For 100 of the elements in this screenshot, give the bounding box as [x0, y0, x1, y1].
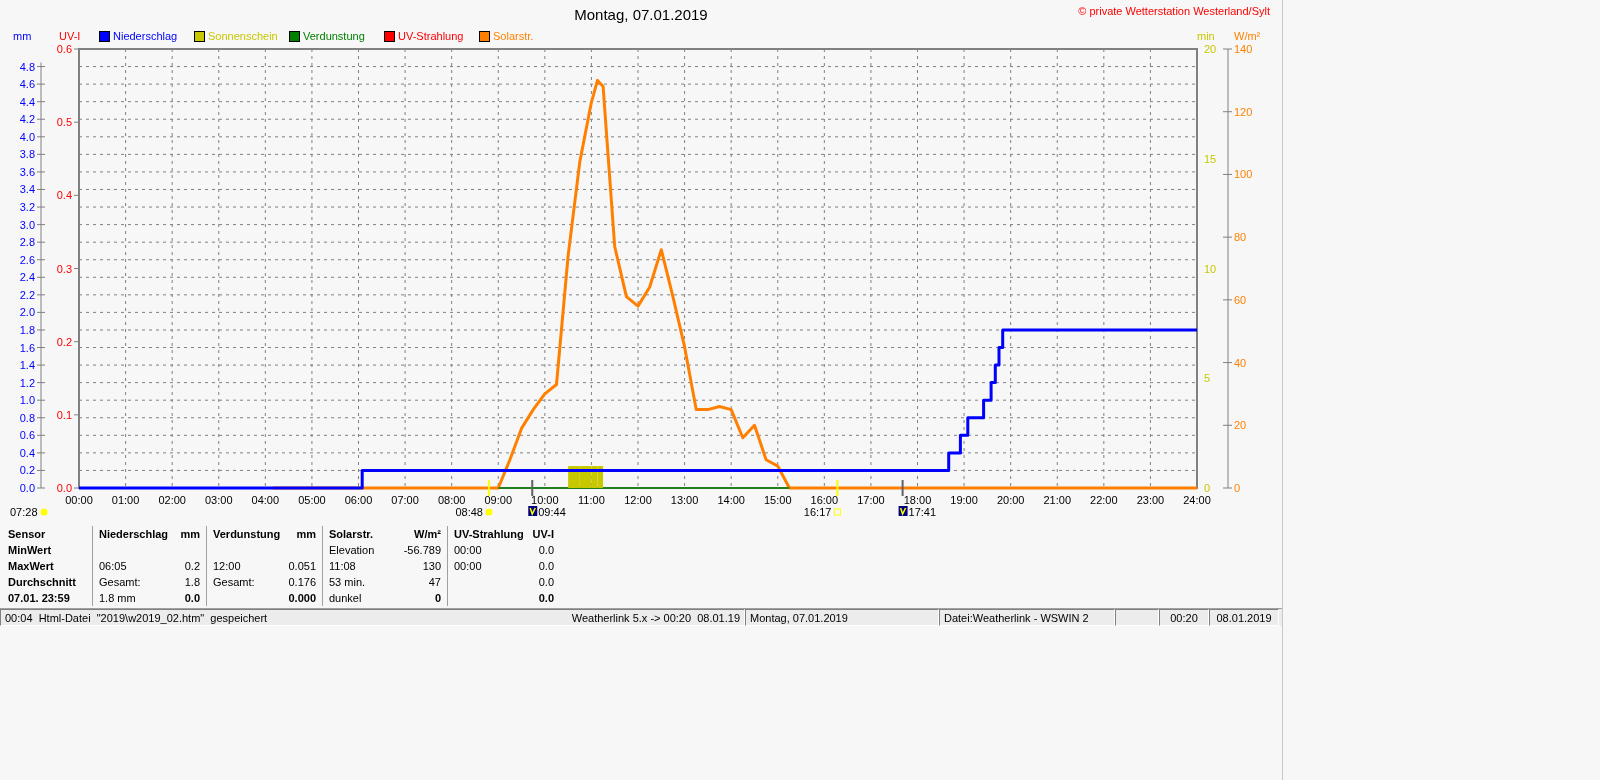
table-header: Solarstr.: [329, 528, 375, 540]
table-header: Verdunstung: [213, 528, 282, 540]
axis-tick-label: 3.2: [19, 201, 35, 214]
row-label: MinWert: [8, 544, 53, 556]
status-panel: Datei:Weatherlink - WSWIN 2: [939, 609, 1115, 626]
event-marker: [487, 479, 490, 497]
table-cell-text: Elevation: [329, 544, 376, 556]
axis-tick-label: 100: [1234, 168, 1253, 181]
axis-tick-label: 20: [1234, 419, 1247, 432]
legend-label: Sonnenschein: [208, 30, 278, 42]
axis-tick-label: 0.0: [19, 482, 35, 494]
table-cell: -56.789: [403, 544, 441, 556]
copyright-note: © private Wetterstation Westerland/Sylt: [1078, 4, 1271, 17]
axis-tick-label: 2.2: [19, 288, 35, 301]
row-label: Durchschnitt: [8, 576, 77, 588]
axis-tick-label: 02:00: [158, 494, 186, 506]
table-cell-text: Gesamt:: [99, 576, 142, 588]
axis-tick-label: 15:00: [764, 494, 792, 506]
status-sync: Weatherlink 5.x -> 00:20 08.01.19: [571, 611, 740, 624]
axis-tick-label: 15: [1204, 152, 1217, 165]
event-marker: [901, 479, 904, 497]
table-cell-text: 0: [433, 592, 441, 604]
table-cell-text: 0.0: [537, 592, 554, 604]
axis-tick-label: 0.6: [56, 44, 72, 55]
axis-unit: min: [1197, 30, 1216, 42]
row-label: 07.01. 23:59: [8, 592, 71, 604]
axis-tick-label: 1.4: [19, 359, 35, 372]
axis-tick-label: 1.2: [19, 376, 35, 389]
axis-tick-label: 10: [1204, 262, 1217, 275]
table-cell: 0.051: [288, 560, 316, 572]
axis-tick-label: 0.4: [19, 446, 35, 459]
table-cell-text: Gesamt:: [213, 576, 256, 588]
table-cell-text: 47: [427, 576, 441, 588]
table-cell-text: 00:00: [454, 544, 483, 556]
table-cell: 0.176: [288, 576, 316, 588]
chart-title: Montag, 07.01.2019: [574, 5, 708, 23]
table-header: Niederschlag: [99, 528, 170, 540]
axis-tick-label: 0.2: [56, 335, 72, 348]
axis-tick-label: 20: [1204, 44, 1217, 55]
axis-tick-label: 00:00: [65, 494, 93, 506]
axis-tick-label: 60: [1234, 293, 1247, 306]
axis-tick-label: 4.8: [19, 60, 35, 73]
axis-tick-label: 0.6: [19, 429, 35, 442]
axis-tick-label: 0.4: [56, 189, 72, 202]
axis-tick-label: 11:00: [578, 494, 605, 506]
table-cell-text: 130: [421, 560, 441, 572]
axis-tick-label: 19:00: [950, 494, 978, 506]
axis-tick-label: 13:00: [670, 494, 699, 506]
table-cell-text: 0.0: [537, 560, 554, 572]
axis-tick-label: 0.3: [56, 262, 72, 275]
axis-tick-label: 17:00: [857, 494, 885, 506]
axis-unit: mm: [12, 30, 33, 42]
status-panel: 08.01.2019: [1209, 609, 1279, 626]
axis-tick-label: 0: [1204, 482, 1211, 494]
axis-tick-label: 3.0: [19, 218, 35, 231]
table-cell-text: 0.0: [537, 576, 554, 588]
axis-unit: W/m²: [1234, 30, 1262, 42]
event-marker: [836, 479, 839, 497]
status-panel: Montag, 07.01.2019: [745, 609, 939, 626]
axis-tick-label: 0: [1234, 482, 1241, 494]
axis-tick-label: 4.6: [19, 78, 35, 91]
axis-tick-label: 80: [1234, 231, 1247, 244]
table-cell-text: 1.8: [183, 576, 200, 588]
sun-icon: [485, 508, 493, 516]
axis-tick-label: 3.4: [19, 183, 35, 196]
row-label: MaxWert: [8, 560, 55, 572]
axis-tick-label: 03:00: [205, 494, 233, 506]
axis-tick-label: 10:00: [531, 494, 559, 506]
axis-tick-label: 12:00: [624, 494, 652, 506]
axis-tick-label: 4.4: [19, 95, 35, 108]
status-panel: 00:20: [1159, 609, 1209, 626]
axis-tick-label: 1.6: [19, 341, 35, 354]
status-message: 00:04 Html-Datei "2019\w2019_02.htm" gespeichert: [5, 611, 268, 624]
legend-label: UV-Strahlung: [398, 30, 464, 42]
legend-label: Solarstr.: [493, 30, 534, 42]
axis-tick-label: 3.6: [19, 165, 35, 178]
table-cell: 0.000: [288, 592, 316, 604]
axis-tick-label: 40: [1234, 356, 1247, 369]
moon-icon: [528, 506, 538, 516]
axis-tick-label: 2.0: [19, 306, 35, 319]
axis-tick-label: 0.8: [19, 411, 35, 424]
table-cell-text: 1.8 mm: [99, 592, 137, 604]
event-time: 17:41: [908, 506, 937, 518]
axis-tick-label: 22:00: [1090, 494, 1118, 506]
event-time: 08:48: [455, 506, 483, 518]
axis-tick-label: 1.8: [19, 323, 35, 336]
table-header: mm: [295, 528, 316, 540]
event-time: 07:28: [10, 506, 38, 518]
table-cell-text: 53 min.: [329, 576, 367, 588]
axis-unit: UV-I: [59, 30, 82, 42]
axis-tick-label: 5: [1204, 372, 1211, 385]
axis-tick-label: 120: [1234, 105, 1253, 118]
axis-tick-label: 01:00: [111, 494, 140, 506]
axis-tick-label: 05:00: [298, 494, 326, 506]
axis-tick-label: 24:00: [1183, 494, 1211, 506]
status-panel: [1115, 609, 1159, 626]
axis-tick-label: 4.0: [19, 130, 35, 143]
table-header: Sensor: [8, 528, 47, 540]
axis-tick-label: 0.5: [56, 116, 72, 129]
table-header: UV-I: [532, 528, 554, 540]
